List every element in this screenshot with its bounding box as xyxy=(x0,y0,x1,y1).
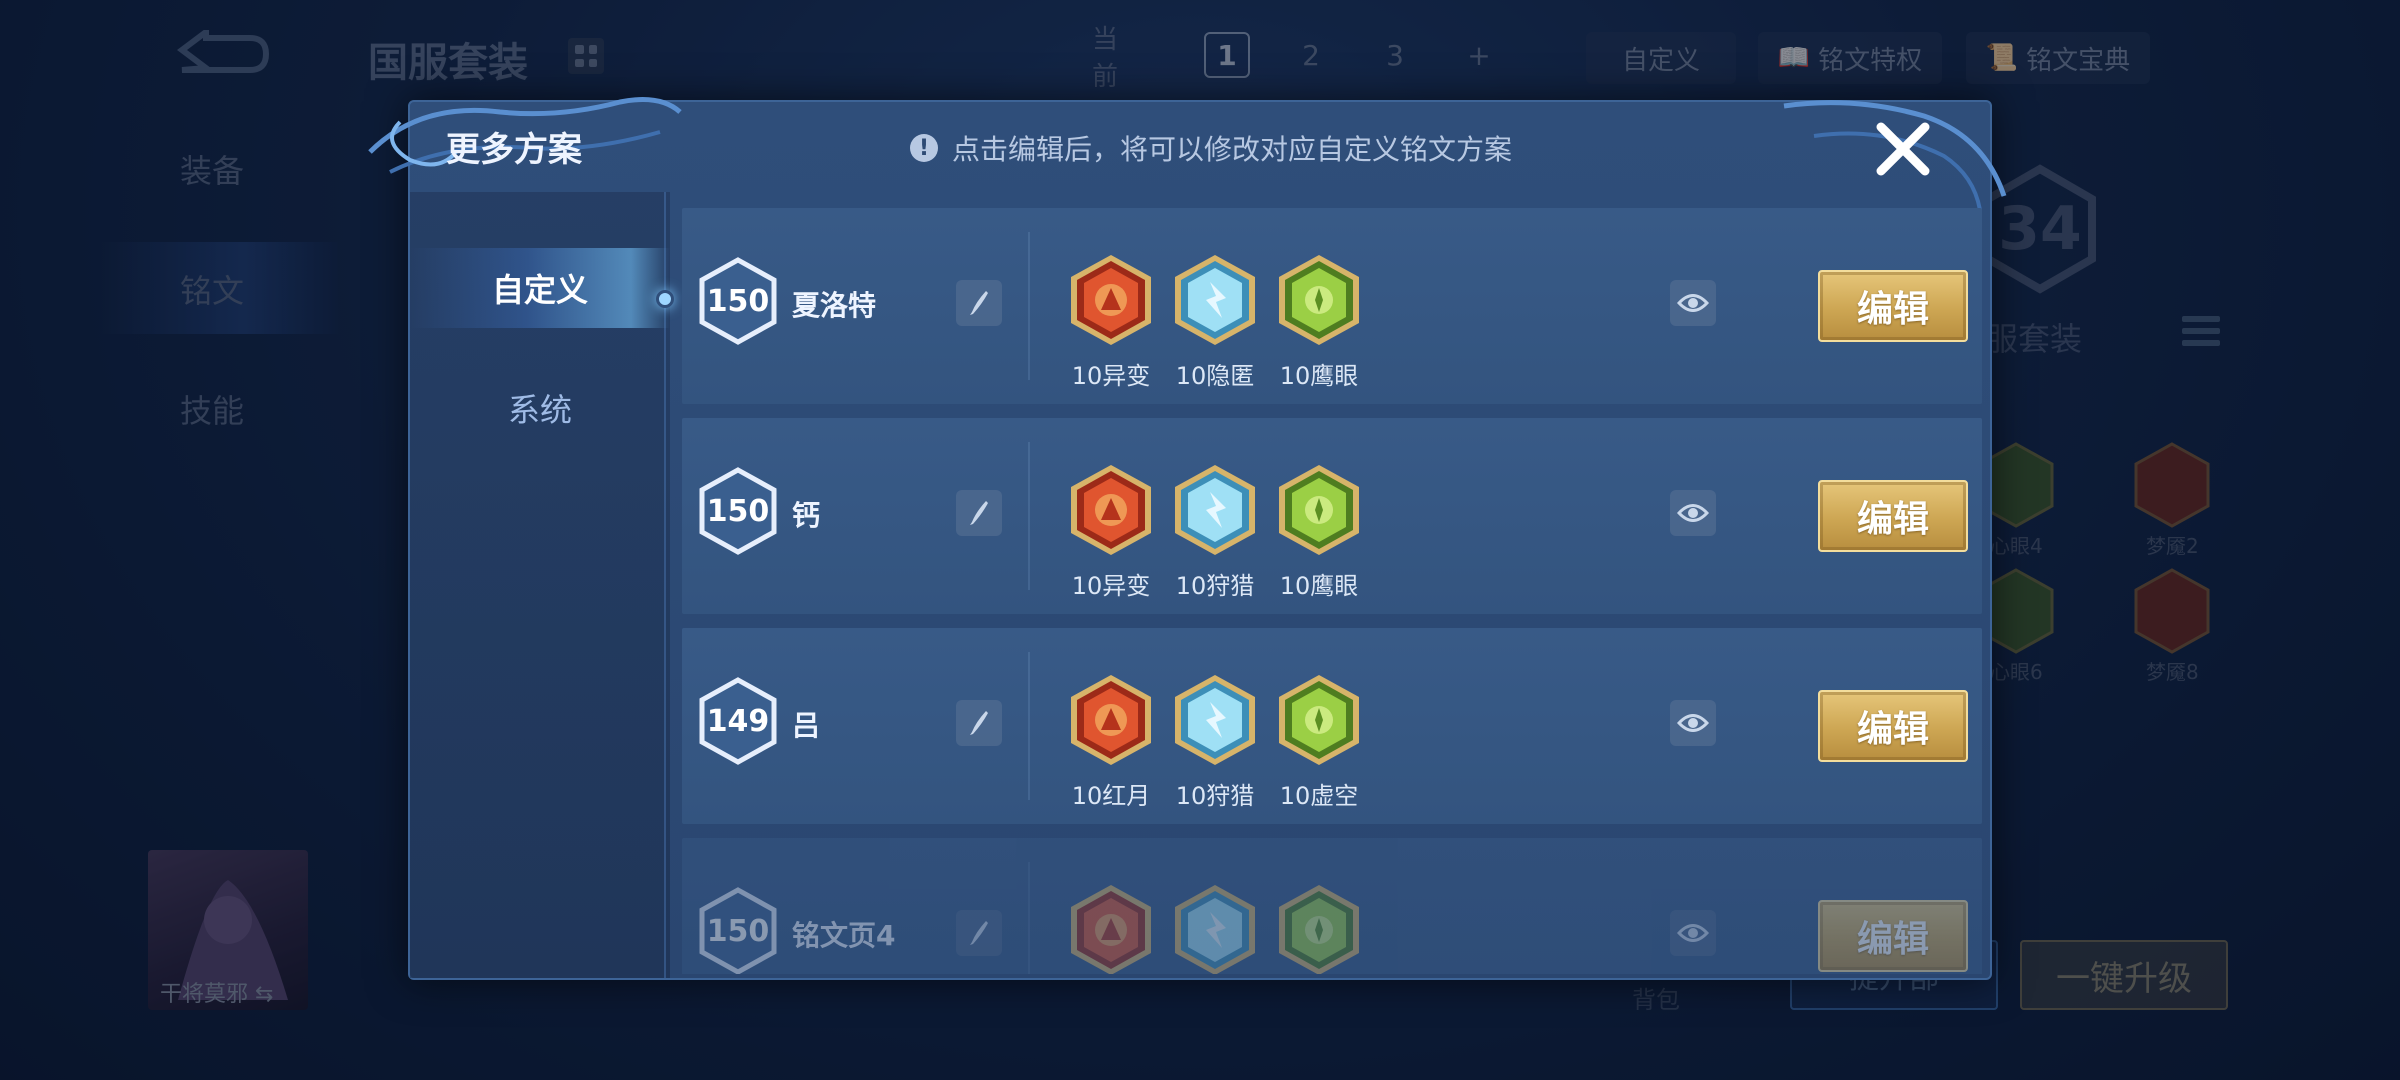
tab-system[interactable]: 系统 xyxy=(410,368,670,448)
scheme-level-value: 150 xyxy=(706,283,770,319)
scheme-name: 吕 xyxy=(792,709,821,742)
green-rune-icon[interactable] xyxy=(1276,882,1362,974)
scheme-row[interactable]: 150 钙 编辑 10异变 10狩猎 10鹰眼 xyxy=(682,418,1982,614)
blue-rune-icon[interactable] xyxy=(1172,672,1258,768)
red-rune-icon[interactable] xyxy=(1068,462,1154,558)
rune-count-label: 10异变 xyxy=(1071,572,1151,600)
more-schemes-dialog: 更多方案 ! 点击编辑后，将可以修改对应自定义铭文方案 自定义 系统 150 夏… xyxy=(368,97,2007,980)
row-divider xyxy=(1028,232,1030,380)
dialog-hint: ! 点击编辑后，将可以修改对应自定义铭文方案 xyxy=(910,128,1512,168)
tab-system-label: 系统 xyxy=(507,391,572,429)
edit-button[interactable]: 编辑 xyxy=(1818,270,1968,342)
tab-custom[interactable]: 自定义 xyxy=(410,248,670,328)
scheme-category-sidebar: 自定义 系统 xyxy=(410,192,674,978)
blue-rune-icon[interactable] xyxy=(1172,882,1258,974)
row-divider xyxy=(1028,652,1030,800)
scheme-level: 150 xyxy=(698,256,778,346)
scheme-name: 铭文页4 xyxy=(792,919,896,952)
pen-icon xyxy=(970,921,988,945)
rename-button[interactable] xyxy=(956,910,1002,956)
info-icon: ! xyxy=(910,134,938,162)
scheme-row[interactable]: 150 铭文页4 编辑 xyxy=(682,838,1982,974)
eye-icon xyxy=(1677,294,1709,312)
preview-button[interactable] xyxy=(1670,280,1716,326)
row-divider xyxy=(1028,442,1030,590)
close-icon xyxy=(1876,122,1930,176)
selected-indicator xyxy=(656,290,674,308)
scheme-level-value: 150 xyxy=(706,493,770,529)
close-button[interactable] xyxy=(1868,114,1938,184)
rune-count-label: 10红月 xyxy=(1071,782,1151,810)
green-rune-icon[interactable] xyxy=(1276,252,1362,348)
scheme-level: 150 xyxy=(698,466,778,556)
scheme-row[interactable]: 149 吕 编辑 10红月 10狩猎 10虚空 xyxy=(682,628,1982,824)
scheme-name: 夏洛特 xyxy=(792,289,877,322)
rune-count-label: 10隐匿 xyxy=(1175,362,1255,390)
blue-rune-icon[interactable] xyxy=(1172,462,1258,558)
rune-count-label: 10鹰眼 xyxy=(1279,572,1359,600)
eye-icon xyxy=(1677,504,1709,522)
rename-button[interactable] xyxy=(956,700,1002,746)
row-divider xyxy=(1028,862,1030,974)
preview-button[interactable] xyxy=(1670,910,1716,956)
pen-icon xyxy=(970,291,988,315)
preview-button[interactable] xyxy=(1670,700,1716,746)
pen-icon xyxy=(970,501,988,525)
eye-icon xyxy=(1677,714,1709,732)
red-rune-icon[interactable] xyxy=(1068,882,1154,974)
rename-button[interactable] xyxy=(956,280,1002,326)
green-rune-icon[interactable] xyxy=(1276,672,1362,768)
pen-icon xyxy=(970,711,988,735)
preview-button[interactable] xyxy=(1670,490,1716,536)
scheme-level-value: 149 xyxy=(706,703,770,739)
scheme-level-value: 150 xyxy=(706,913,770,949)
rune-count-label: 10狩猎 xyxy=(1175,572,1255,600)
hint-text: 点击编辑后，将可以修改对应自定义铭文方案 xyxy=(952,133,1513,166)
edit-button[interactable]: 编辑 xyxy=(1818,900,1968,972)
scheme-level: 150 xyxy=(698,886,778,974)
rune-count-label: 10鹰眼 xyxy=(1279,362,1359,390)
scheme-list[interactable]: 150 夏洛特 编辑 10异变 10隐匿 10鹰眼 150 钙 编辑 10异变 … xyxy=(682,208,1982,974)
eye-icon xyxy=(1677,924,1709,942)
rune-count-label: 10虚空 xyxy=(1279,782,1359,810)
scheme-name: 钙 xyxy=(792,499,821,532)
green-rune-icon[interactable] xyxy=(1276,462,1362,558)
blue-rune-icon[interactable] xyxy=(1172,252,1258,348)
dialog-title: 更多方案 xyxy=(446,130,582,170)
rename-button[interactable] xyxy=(956,490,1002,536)
red-rune-icon[interactable] xyxy=(1068,672,1154,768)
edit-button[interactable]: 编辑 xyxy=(1818,480,1968,552)
rune-count-label: 10狩猎 xyxy=(1175,782,1255,810)
red-rune-icon[interactable] xyxy=(1068,252,1154,348)
scheme-level: 149 xyxy=(698,676,778,766)
edit-button[interactable]: 编辑 xyxy=(1818,690,1968,762)
scheme-row[interactable]: 150 夏洛特 编辑 10异变 10隐匿 10鹰眼 xyxy=(682,208,1982,404)
rune-count-label: 10异变 xyxy=(1071,362,1151,390)
tab-custom-label: 自定义 xyxy=(491,271,588,309)
